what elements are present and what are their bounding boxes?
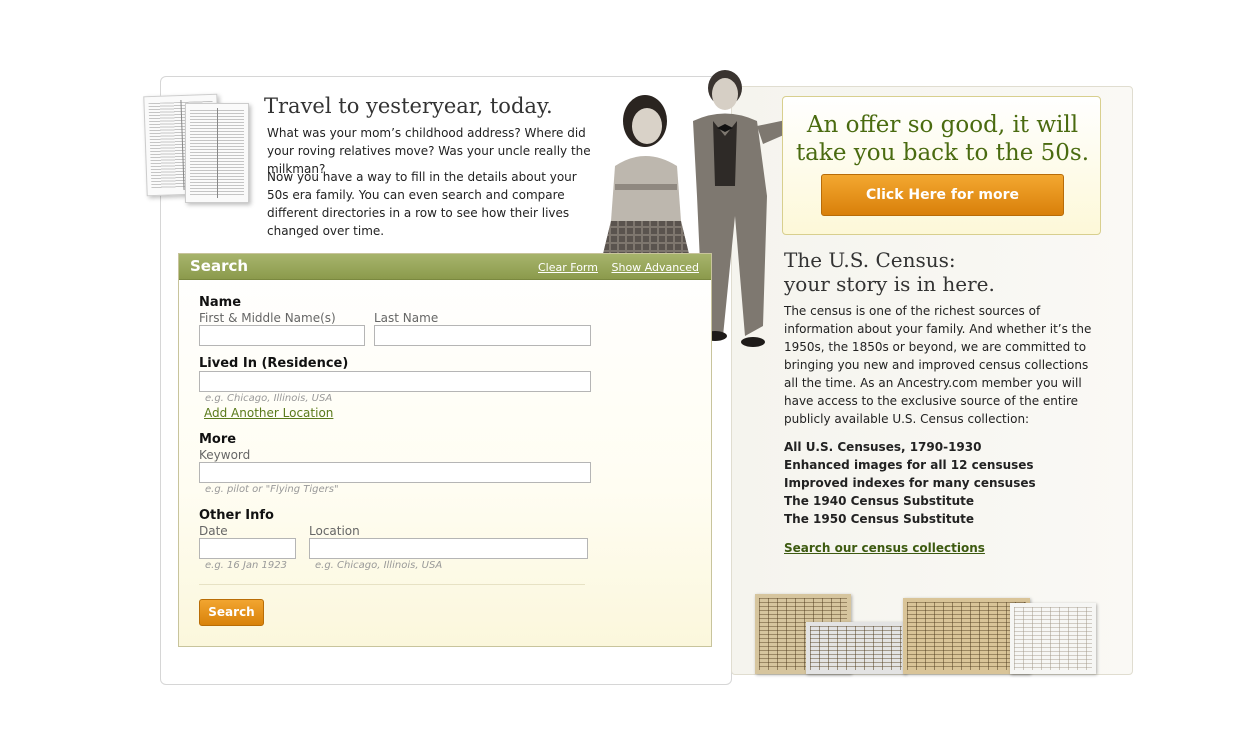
census-collection-list: All U.S. Censuses, 1790-1930 Enhanced im…	[784, 438, 1036, 528]
name-section-label: Name	[199, 295, 242, 310]
census-title-line: The U.S. Census:	[784, 248, 956, 272]
residence-hint: e.g. Chicago, Illinois, USA	[205, 393, 333, 404]
intro-title: Travel to yesteryear, today.	[264, 94, 553, 118]
show-advanced-link[interactable]: Show Advanced	[611, 261, 699, 274]
list-item: All U.S. Censuses, 1790-1930	[784, 440, 982, 454]
location-input[interactable]	[309, 538, 588, 559]
list-item: The 1950 Census Substitute	[784, 512, 975, 526]
location-hint: e.g. Chicago, Illinois, USA	[315, 560, 443, 571]
click-here-button[interactable]: Click Here for more	[821, 174, 1064, 216]
census-title: The U.S. Census: your story is in here.	[784, 248, 995, 296]
last-name-label: Last Name	[374, 311, 439, 325]
intro-paragraph: Now you have a way to fill in the detail…	[267, 170, 577, 238]
first-name-input[interactable]	[199, 325, 365, 346]
keyword-label: Keyword	[199, 448, 251, 462]
clear-form-link[interactable]: Clear Form	[538, 261, 598, 274]
offer-box: An offer so good, it will take you back …	[782, 96, 1101, 235]
census-document-image	[1010, 603, 1096, 674]
keyword-input[interactable]	[199, 462, 591, 483]
census-description: The census is one of the richest sources…	[784, 304, 1092, 426]
last-name-input[interactable]	[374, 325, 591, 346]
census-title-line: your story is in here.	[784, 272, 995, 296]
form-divider	[199, 584, 585, 585]
first-name-label: First & Middle Name(s)	[199, 311, 336, 325]
date-label: Date	[199, 524, 228, 538]
list-item: Enhanced images for all 12 censuses	[784, 458, 1034, 472]
location-label: Location	[309, 524, 360, 538]
date-hint: e.g. 16 Jan 1923	[205, 560, 287, 571]
search-title: Search	[190, 257, 249, 275]
lived-in-section-label: Lived In (Residence)	[199, 356, 349, 371]
residence-input[interactable]	[199, 371, 591, 392]
date-input[interactable]	[199, 538, 296, 559]
census-document-image	[806, 622, 906, 674]
more-section-label: More	[199, 432, 237, 447]
city-directory-image	[143, 93, 253, 205]
other-info-section-label: Other Info	[199, 508, 274, 523]
keyword-hint: e.g. pilot or "Flying Tigers"	[205, 484, 339, 495]
list-item: The 1940 Census Substitute	[784, 494, 975, 508]
list-item: Improved indexes for many censuses	[784, 476, 1036, 490]
search-header: Search Clear Form Show Advanced	[179, 254, 711, 280]
search-census-link[interactable]: Search our census collections	[784, 541, 985, 555]
add-location-link[interactable]: Add Another Location	[204, 406, 333, 420]
offer-headline: An offer so good, it will take you back …	[795, 112, 1090, 166]
search-button[interactable]: Search	[199, 599, 264, 626]
